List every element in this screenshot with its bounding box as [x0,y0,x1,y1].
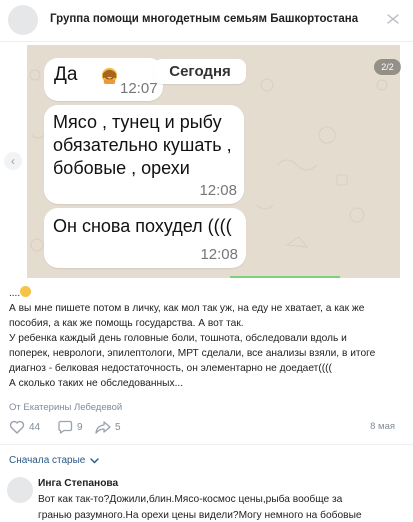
group-title[interactable]: Группа помощи многодетным семьям Башкорт… [50,13,358,25]
smiling-face-emoji [20,286,32,297]
chevron-down-icon [90,457,100,463]
post-line: А вы мне пишете потом в личку, как мол т… [9,303,365,314]
image-counter: 2/2 [374,59,401,75]
message-text: Да [54,64,78,85]
post-header: Группа помощи многодетным семьям Башкорт… [0,0,413,42]
post-date[interactable]: 8 мая [370,421,395,432]
chevron-left-icon[interactable]: ‹ [4,152,22,170]
share-count: 5 [115,421,121,433]
chat-input-edge [230,276,340,278]
comment-line: Вот как так-то?Дожили,блин.Мясо-космос ц… [38,494,343,505]
heart-icon [9,420,25,434]
message-time: 12:08 [200,246,238,263]
like-button[interactable]: 44 [9,419,40,435]
post-author-line[interactable]: От Екатерины Лебедевой [9,402,122,413]
chat-message-1: Да 12:07 [44,58,163,101]
post-body: А вы мне пишете потом в личку, как мол т… [9,301,409,391]
chat-message-3: Он снова похудел (((( 12:08 [44,208,246,268]
message-time: 12:08 [199,182,237,199]
date-label: Сегодня [154,59,246,84]
post-line: пособия, а как же помощь государства. А … [9,318,244,329]
share-icon [95,421,111,434]
sort-dropdown[interactable]: Сначала старые [9,455,100,466]
chat-message-2: Мясо , тунец и рыбу обязательно кушать ,… [44,105,244,204]
comment-text: Вот как так-то?Дожили,блин.Мясо-космос ц… [38,492,408,522]
message-text: Он снова похудел (((( [53,216,232,236]
message-time: 12:07 [120,80,158,97]
sort-label: Сначала старые [9,455,86,466]
post-line: поперек, неврологи, эпилептологи, МРТ сд… [9,348,376,359]
post-line: А сколько таких не обследованных... [9,378,184,389]
divider [0,444,413,445]
group-avatar[interactable] [8,5,38,35]
share-button[interactable]: 5 [95,419,121,435]
comment-button[interactable]: 9 [57,419,83,435]
comment-icon [58,420,73,434]
post-line: диагноз - белковая недостаточность, он э… [9,363,332,374]
message-text: Мясо , тунец и рыбу обязательно кушать ,… [53,112,232,178]
post-line: У ребенка каждый день головные боли, тош… [9,333,347,344]
post-emoji-line: .... [9,286,32,299]
comment-author[interactable]: Инга Степанова [38,478,118,489]
chat-screenshot-image[interactable]: Да 12:07 Сегодня Мясо , тунец и рыбу обя… [27,45,400,278]
ellipsis-text: .... [9,288,21,299]
comment-count: 9 [77,421,83,433]
woman-facepalming-emoji [101,67,118,85]
post-actions: 44 9 5 8 мая [9,419,409,435]
like-count: 44 [29,421,41,433]
more-horizontal-icon[interactable] [385,13,401,25]
comment-line: гранью разумного.На орехи цены видели?Мо… [38,510,362,521]
avatar[interactable] [7,477,33,503]
